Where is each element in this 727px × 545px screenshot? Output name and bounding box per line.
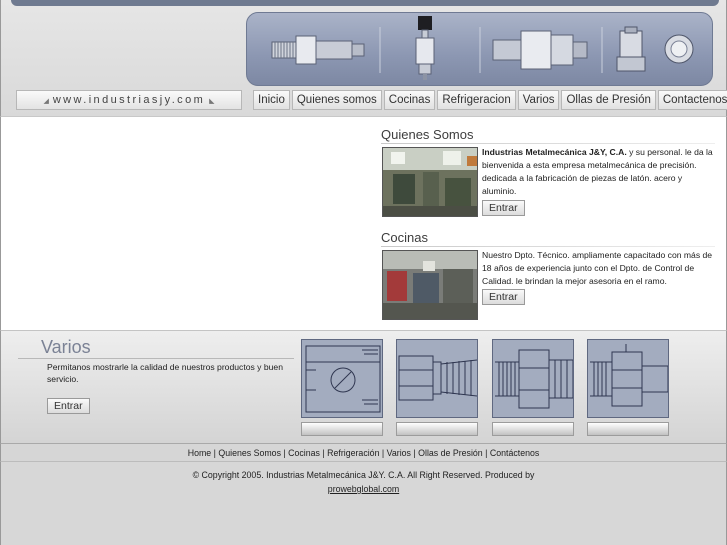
- header: ◢ www.industriasjy.com ◣ Inicio Quienes so…: [0, 0, 727, 116]
- nut-icon: [616, 26, 646, 72]
- main-nav: Inicio Quienes somos Cocinas Refrigeraci…: [253, 90, 727, 110]
- footer-link-varios[interactable]: Varios: [387, 448, 411, 458]
- nav-cocinas[interactable]: Cocinas: [383, 90, 436, 110]
- thumbnail-3-bar[interactable]: [492, 422, 574, 436]
- main-content: Quienes Somos Industrias Metalmecánica J…: [0, 116, 727, 330]
- nav-inicio[interactable]: Inicio: [253, 90, 290, 110]
- copyright-text: © Copyright 2005. Industrias Metalmecáni…: [192, 470, 535, 480]
- cocinas-rule: [381, 246, 715, 247]
- fitting-thumbnail-4[interactable]: [587, 339, 669, 418]
- triangle-right-icon: ◣: [209, 98, 215, 105]
- varios-entrar-button[interactable]: Entrar: [47, 398, 90, 414]
- fitting-thumbnail-2[interactable]: [396, 339, 478, 418]
- fitting-1-icon: [271, 35, 365, 65]
- varios-text: Permitanos mostrarle la calidad de nuest…: [47, 362, 283, 384]
- thumbnail-4-bar[interactable]: [587, 422, 669, 436]
- producer-link[interactable]: prowebglobal.com: [328, 484, 399, 494]
- quienes-somos-rule: [381, 143, 715, 144]
- nav-refrigeracion[interactable]: Refrigeracion: [437, 90, 516, 110]
- footer: © Copyright 2005. Industrias Metalmecáni…: [0, 462, 727, 545]
- footer-link-quienes-somos[interactable]: Quienes Somos: [218, 448, 281, 458]
- varios-title: Varios: [41, 337, 91, 357]
- nav-varios[interactable]: Varios: [517, 90, 560, 110]
- footer-link-ollas-de-presion[interactable]: Ollas de Presión: [418, 448, 483, 458]
- cocinas-text: Nuestro Dpto. Técnico. ampliamente capac…: [482, 250, 713, 286]
- thumbnail-2-bar[interactable]: [396, 422, 478, 436]
- varios-rule: [18, 358, 294, 359]
- banner-fittings-image: [271, 16, 694, 80]
- quienes-somos-entrar-button[interactable]: Entrar: [482, 200, 525, 216]
- footer-link-contactenos[interactable]: Contáctenos: [490, 448, 539, 458]
- footer-link-home[interactable]: Home: [188, 448, 211, 458]
- valve-icon: [415, 16, 435, 80]
- varios-section: Varios Permitanos mostrarle la calidad d…: [0, 330, 727, 443]
- fitting-thumbnail-3[interactable]: [492, 339, 574, 418]
- footer-link-cocinas[interactable]: Cocinas: [288, 448, 320, 458]
- fitting-thumbnail-1[interactable]: [301, 339, 383, 418]
- cap-icon: [664, 34, 694, 64]
- cocinas-title: Cocinas: [381, 230, 428, 245]
- triangle-left-icon: ◢: [43, 98, 49, 105]
- site-url-box: ◢ www.industriasjy.com ◣: [16, 90, 242, 110]
- header-top-bar: [11, 0, 719, 6]
- footer-link-refrigeracion[interactable]: Refrigeración: [327, 448, 379, 458]
- site-url: www.industriasjy.com: [52, 94, 206, 106]
- workshop-photo: [382, 250, 478, 320]
- cocinas-entrar-button[interactable]: Entrar: [482, 289, 525, 305]
- quienes-somos-description: Industrias Metalmecánica J&Y, C.A. y su …: [482, 146, 714, 198]
- nav-contactenos[interactable]: Contactenos: [657, 90, 727, 110]
- thumbnail-1-bar[interactable]: [301, 422, 383, 436]
- footer-nav: Home | Quienes Somos | Cocinas | Refrige…: [0, 443, 727, 462]
- nav-ollas-de-presion[interactable]: Ollas de Presión: [561, 90, 656, 110]
- union-fitting-icon: [492, 30, 588, 70]
- product-banner: [246, 12, 713, 86]
- quienes-somos-title: Quienes Somos: [381, 127, 474, 142]
- company-name: Industrias Metalmecánica J&Y, C.A.: [482, 147, 627, 157]
- nav-quienes-somos[interactable]: Quienes somos: [291, 90, 382, 110]
- factory-photo: [382, 147, 478, 217]
